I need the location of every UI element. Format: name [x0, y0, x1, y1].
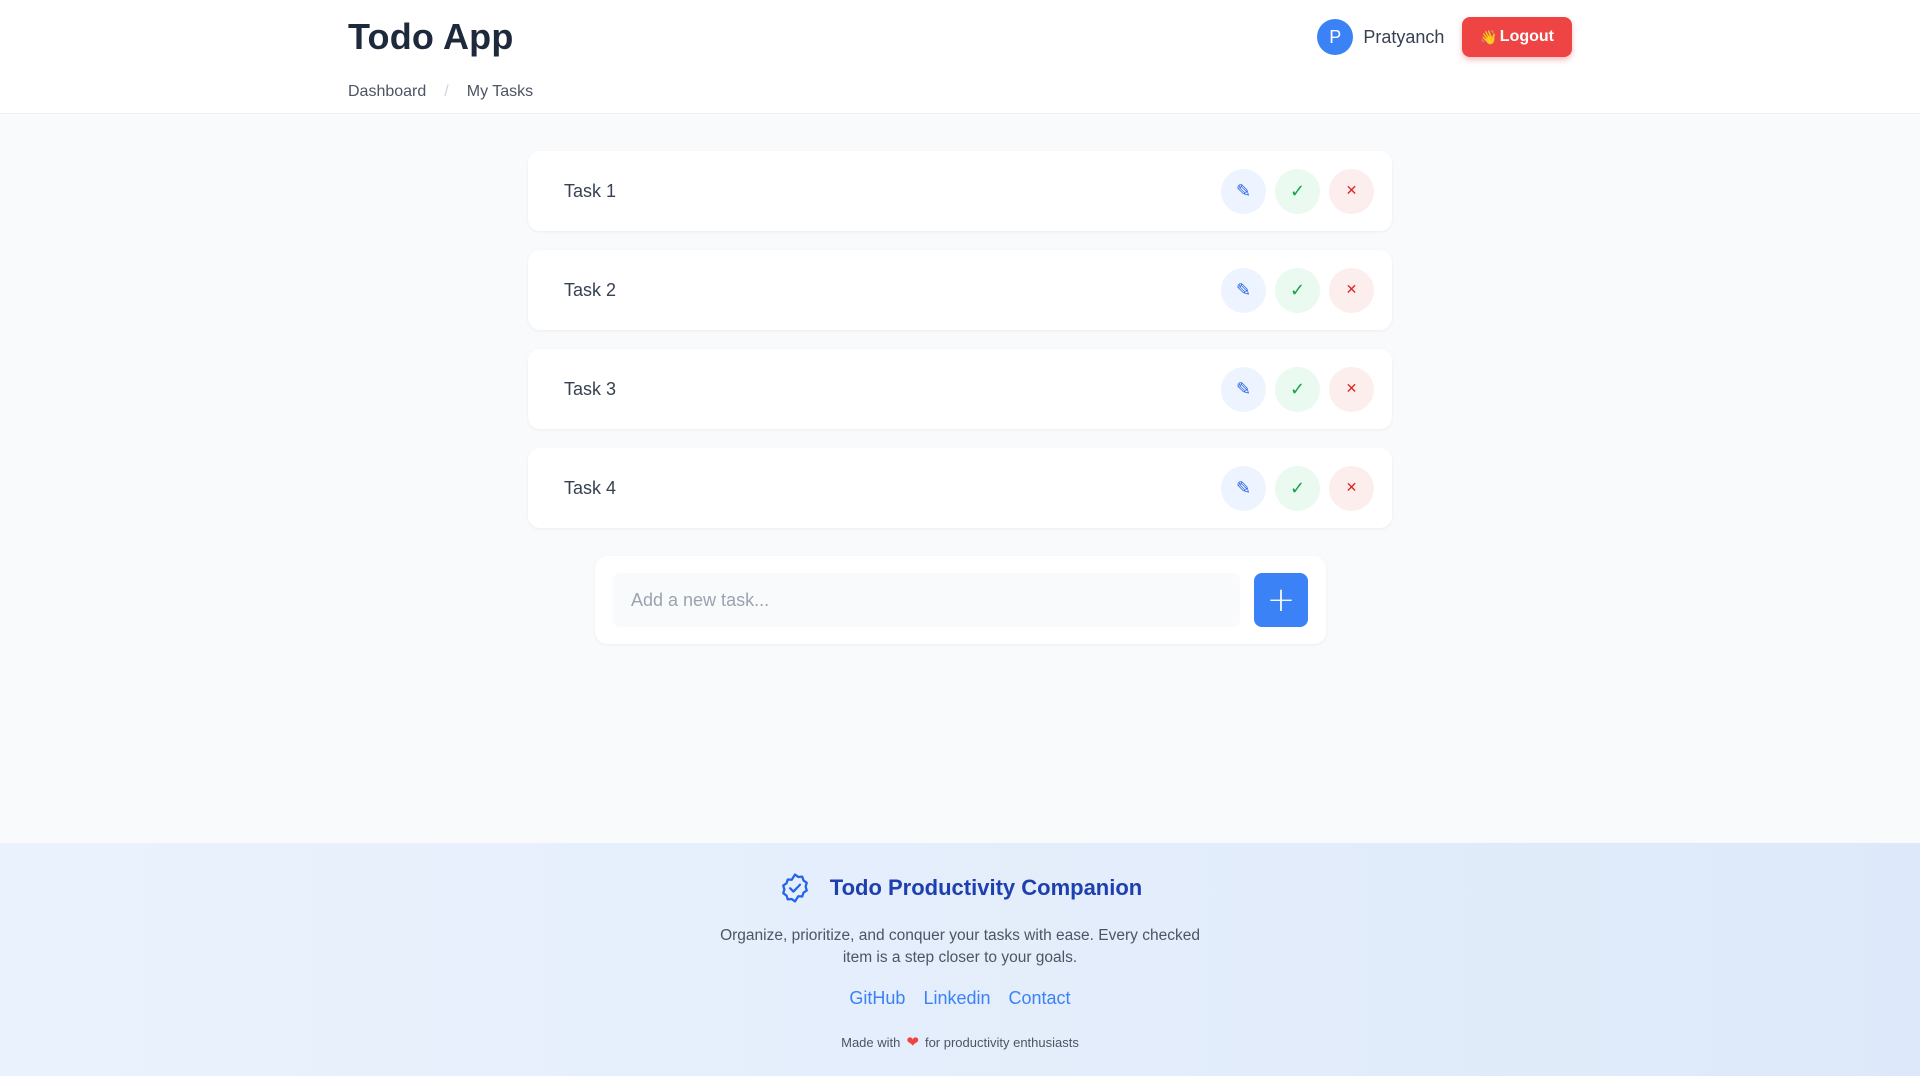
- task-actions: ✎ ✓ ✕: [1221, 465, 1374, 511]
- verified-badge-icon: [781, 873, 808, 903]
- bottom-strip: [0, 1076, 1920, 1080]
- plus-icon: +: [1266, 580, 1296, 620]
- check-icon: ✓: [1289, 180, 1306, 202]
- footer-title: Todo Productivity Companion: [829, 875, 1143, 900]
- breadcrumb-my-tasks: My Tasks: [466, 83, 534, 100]
- footer: Todo Productivity Companion Organize, pr…: [0, 843, 1920, 1080]
- breadcrumb-dashboard[interactable]: Dashboard: [348, 83, 426, 101]
- made-with-prefix: Made with: [841, 1034, 901, 1050]
- heart-icon: ❤: [906, 1034, 919, 1051]
- task-list: Task 1 ✎ ✓ ✕ Task 2 ✎ ✓ ✕ Task 3 ✎ ✓ ✕ T…: [528, 151, 1392, 547]
- github-link[interactable]: GitHub: [849, 988, 905, 1009]
- task-item: Task 2 ✎ ✓ ✕: [528, 250, 1392, 330]
- complete-task-button[interactable]: ✓: [1275, 366, 1320, 412]
- footer-brand: Todo Productivity Companion: [0, 871, 1920, 905]
- avatar[interactable]: P: [1317, 19, 1354, 55]
- edit-task-button[interactable]: ✎: [1221, 465, 1266, 511]
- task-label: Task 3: [564, 378, 617, 399]
- made-with-note: Made with ❤ for productivity enthusiasts: [0, 1033, 1920, 1051]
- task-label: Task 1: [564, 180, 617, 201]
- task-actions: ✎ ✓ ✕: [1221, 267, 1374, 313]
- pencil-icon: ✎: [1235, 180, 1252, 202]
- logout-label: Logout: [1499, 28, 1554, 45]
- footer-links: GitHub Linkedin Contact: [0, 988, 1920, 1009]
- delete-task-button[interactable]: ✕: [1329, 465, 1374, 511]
- pencil-icon: ✎: [1235, 279, 1252, 301]
- task-actions: ✎ ✓ ✕: [1221, 168, 1374, 214]
- complete-task-button[interactable]: ✓: [1275, 168, 1320, 214]
- delete-task-button[interactable]: ✕: [1329, 366, 1374, 412]
- app-title: Todo App: [348, 16, 514, 57]
- close-icon: ✕: [1345, 183, 1358, 199]
- breadcrumb: Dashboard / My Tasks: [348, 83, 533, 101]
- check-icon: ✓: [1289, 378, 1306, 400]
- task-actions: ✎ ✓ ✕: [1221, 366, 1374, 412]
- waving-hand-icon: 👋: [1480, 28, 1498, 45]
- edit-task-button[interactable]: ✎: [1221, 267, 1266, 313]
- user-area: P Pratyanch 👋 Logout: [1317, 17, 1572, 57]
- pencil-icon: ✎: [1235, 378, 1252, 400]
- made-with-suffix: for productivity enthusiasts: [924, 1034, 1079, 1050]
- contact-link[interactable]: Contact: [1009, 988, 1071, 1009]
- check-icon: ✓: [1289, 279, 1306, 301]
- edit-task-button[interactable]: ✎: [1221, 366, 1266, 412]
- breadcrumb-separator: /: [444, 83, 449, 100]
- logout-button[interactable]: 👋 Logout: [1462, 17, 1572, 57]
- linkedin-link[interactable]: Linkedin: [923, 988, 990, 1009]
- add-task-form: +: [595, 556, 1326, 644]
- close-icon: ✕: [1345, 381, 1358, 397]
- close-icon: ✕: [1345, 282, 1358, 298]
- delete-task-button[interactable]: ✕: [1329, 168, 1374, 214]
- footer-description: Organize, prioritize, and conquer your t…: [720, 927, 1200, 966]
- task-item: Task 3 ✎ ✓ ✕: [528, 349, 1392, 429]
- close-icon: ✕: [1345, 480, 1358, 496]
- pencil-icon: ✎: [1235, 477, 1252, 499]
- complete-task-button[interactable]: ✓: [1275, 465, 1320, 511]
- task-item: Task 1 ✎ ✓ ✕: [528, 151, 1392, 231]
- username: Pratyanch: [1363, 26, 1445, 47]
- task-label: Task 4: [564, 477, 617, 498]
- app-header: Todo App Dashboard / My Tasks P Pratyanc…: [0, 0, 1920, 114]
- edit-task-button[interactable]: ✎: [1221, 168, 1266, 214]
- delete-task-button[interactable]: ✕: [1329, 267, 1374, 313]
- task-item: Task 4 ✎ ✓ ✕: [528, 448, 1392, 528]
- add-task-button[interactable]: +: [1254, 573, 1308, 627]
- check-icon: ✓: [1289, 477, 1306, 499]
- task-label: Task 2: [564, 279, 617, 300]
- new-task-input[interactable]: [613, 573, 1240, 627]
- complete-task-button[interactable]: ✓: [1275, 267, 1320, 313]
